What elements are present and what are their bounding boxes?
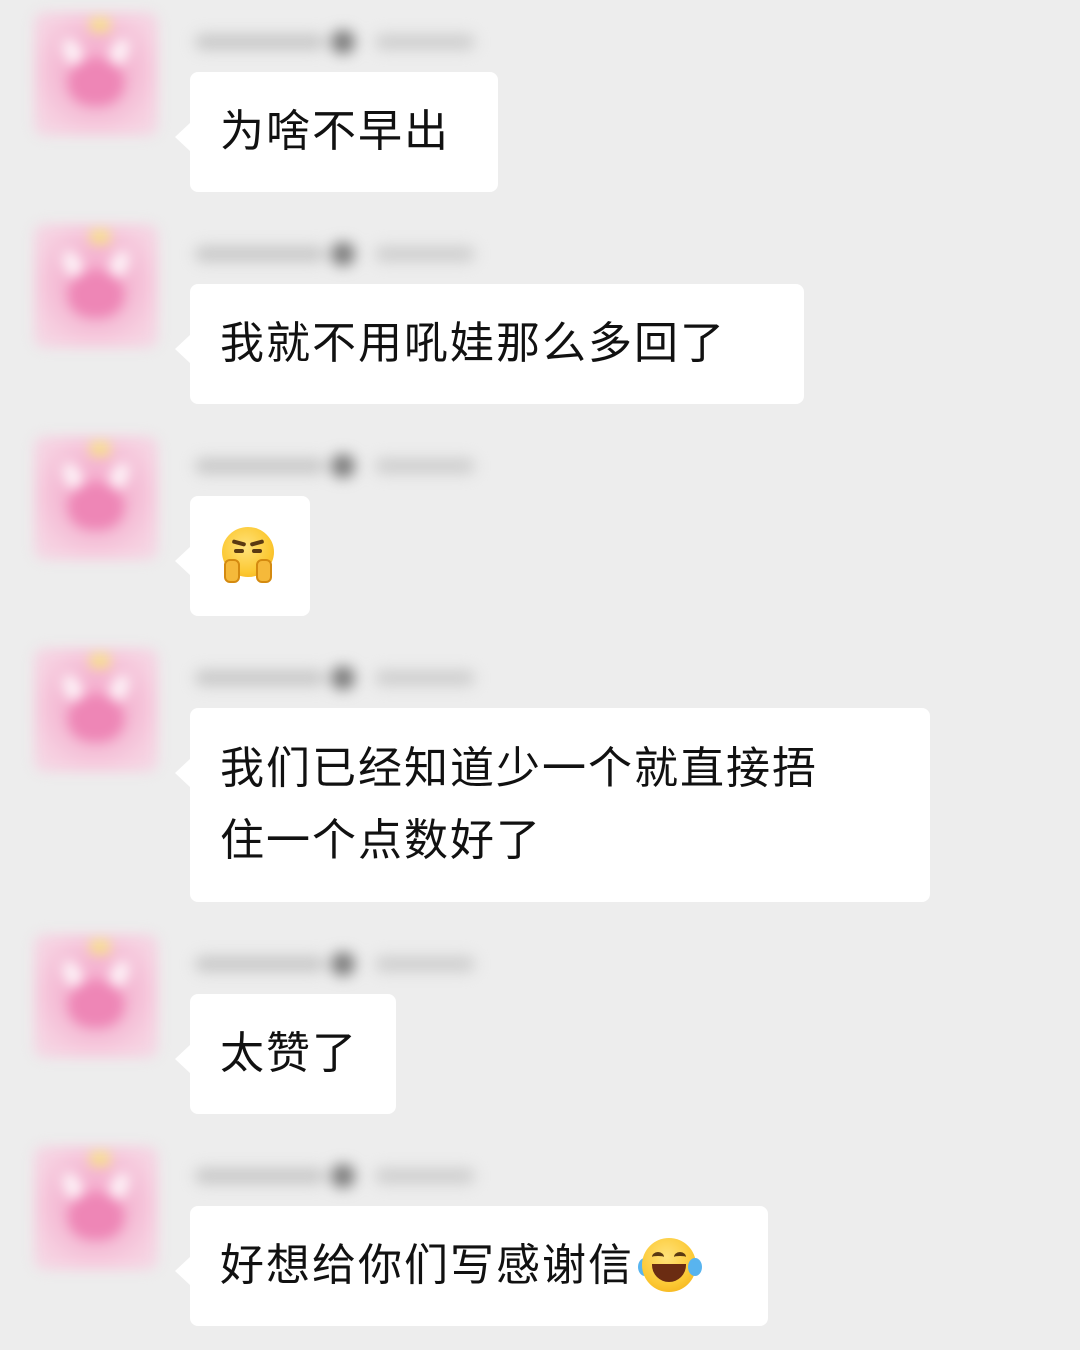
nick-part [331,242,355,266]
message-text: 为啥不早出 [220,106,450,157]
nick-part [195,1168,325,1184]
message-bubble[interactable]: 我就不用吼娃那么多回了 [175,284,804,404]
chat-message: 太赞了 [0,922,1080,1132]
sender-name-blurred [195,656,485,696]
avatar-crown [90,1152,110,1166]
avatar[interactable] [34,648,158,772]
chat-message: 为啥不早出 [0,0,1080,210]
nick-part [375,34,475,50]
nick-part [195,246,325,262]
message-text: 好想给你们写感谢信 [220,1240,634,1291]
chat-message-list: 为啥不早出 我就不用吼娃那么多回了 我们已经知道少一个就直接捂 住一个点数好了 … [0,0,1080,1350]
nick-part [331,666,355,690]
avatar-face [68,694,124,742]
avatar-crown [90,18,110,32]
sender-name-blurred [195,942,485,982]
nick-part [375,1168,475,1184]
nick-part [375,670,475,686]
chat-message: 我就不用吼娃那么多回了 [0,212,1080,422]
hand-over-mouth-emoji-icon [220,527,278,585]
nick-part [331,30,355,54]
message-text: 我们已经知道少一个就直接捂 住一个点数好了 [220,743,818,866]
avatar-face [68,980,124,1028]
sender-name-blurred [195,20,485,60]
avatar-face [68,270,124,318]
message-bubble[interactable]: 太赞了 [175,994,396,1114]
nick-part [331,454,355,478]
avatar-crown [90,940,110,954]
nick-part [331,1164,355,1188]
message-text: 太赞了 [220,1028,358,1079]
nick-part [195,670,325,686]
message-bubble[interactable]: 为啥不早出 [175,72,498,192]
nick-part [195,34,325,50]
message-bubble[interactable] [175,496,310,616]
nick-part [375,458,475,474]
nick-part [195,458,325,474]
avatar-face [68,482,124,530]
nick-part [195,956,325,972]
avatar-crown [90,230,110,244]
avatar-face [68,58,124,106]
nick-part [331,952,355,976]
avatar-face [68,1192,124,1240]
avatar[interactable] [34,436,158,560]
message-bubble[interactable]: 我们已经知道少一个就直接捂 住一个点数好了 [175,708,930,902]
avatar[interactable] [34,934,158,1058]
avatar-crown [90,442,110,456]
nick-part [375,956,475,972]
message-bubble[interactable]: 好想给你们写感谢信 [175,1206,768,1326]
message-text: 我就不用吼娃那么多回了 [220,318,726,369]
chat-message: 好想给你们写感谢信 [0,1134,1080,1344]
sender-name-blurred [195,1154,485,1194]
sender-name-blurred [195,232,485,272]
laughing-with-tears-emoji-icon [638,1236,702,1296]
chat-message [0,424,1080,634]
chat-message: 我们已经知道少一个就直接捂 住一个点数好了 [0,636,1080,926]
sender-name-blurred [195,444,485,484]
avatar-crown [90,654,110,668]
avatar[interactable] [34,12,158,136]
nick-part [375,246,475,262]
avatar[interactable] [34,224,158,348]
avatar[interactable] [34,1146,158,1270]
